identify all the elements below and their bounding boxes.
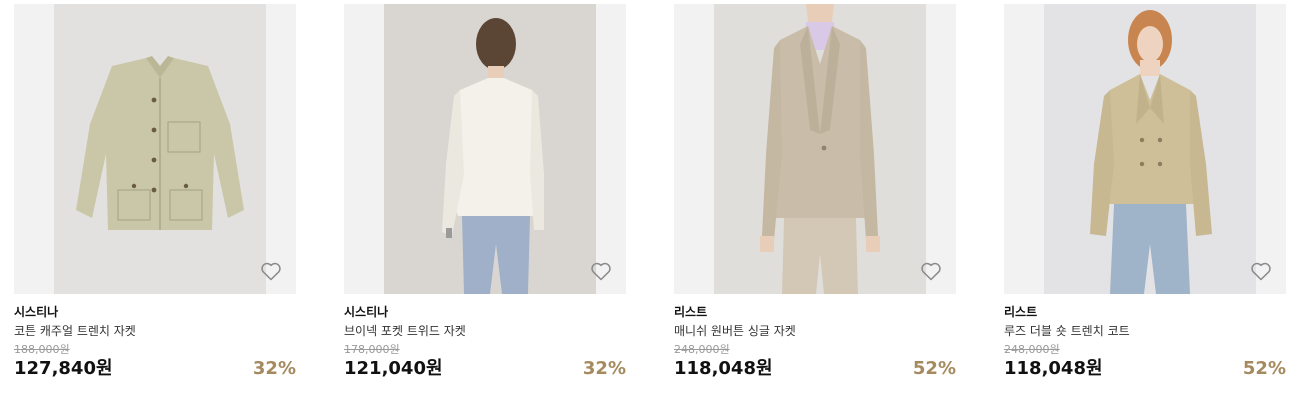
sale-price: 118,048원 — [1004, 358, 1103, 379]
product-grid: 시스티나 코튼 캐주얼 트렌치 자켓 188,000원 127,840원 32% — [0, 0, 1304, 420]
heart-outline-icon[interactable] — [258, 258, 284, 284]
product-image-link[interactable] — [674, 4, 956, 294]
product-card[interactable]: 시스티나 코튼 캐주얼 트렌치 자켓 188,000원 127,840원 32% — [14, 4, 296, 380]
product-card[interactable]: 시스티나 브이넥 포켓 트위드 자켓 178,000원 121,040원 32% — [344, 4, 626, 380]
sale-price: 118,048원 — [674, 358, 773, 379]
product-image — [54, 4, 266, 294]
heart-outline-icon[interactable] — [588, 258, 614, 284]
product-image — [714, 4, 926, 294]
sale-price: 127,840원 — [14, 358, 113, 379]
original-price: 178,000원 — [344, 343, 400, 356]
product-image-link[interactable] — [344, 4, 626, 294]
product-name[interactable]: 브이넥 포켓 트위드 자켓 — [344, 323, 626, 339]
sale-price: 121,040원 — [344, 358, 443, 379]
product-image-link[interactable] — [1004, 4, 1286, 294]
original-price: 248,000원 — [674, 343, 730, 356]
product-card[interactable]: 리스트 루즈 더블 숏 트렌치 코트 248,000원 118,048원 52% — [1004, 4, 1286, 380]
heart-outline-icon[interactable] — [1248, 258, 1274, 284]
product-brand[interactable]: 시스티나 — [344, 304, 626, 320]
discount-rate: 32% — [252, 358, 296, 379]
product-image — [1044, 4, 1256, 294]
price-row: 127,840원 32% — [14, 358, 296, 380]
original-price: 248,000원 — [1004, 343, 1060, 356]
product-brand[interactable]: 리스트 — [1004, 304, 1286, 320]
product-name[interactable]: 코튼 캐주얼 트렌치 자켓 — [14, 323, 296, 339]
price-row: 118,048원 52% — [1004, 358, 1286, 380]
product-image-link[interactable] — [14, 4, 296, 294]
product-brand[interactable]: 리스트 — [674, 304, 956, 320]
price-row: 121,040원 32% — [344, 358, 626, 380]
product-card[interactable]: 리스트 매니쉬 원버튼 싱글 자켓 248,000원 118,048원 52% — [674, 4, 956, 380]
product-name[interactable]: 매니쉬 원버튼 싱글 자켓 — [674, 323, 956, 339]
original-price: 188,000원 — [14, 343, 70, 356]
price-row: 118,048원 52% — [674, 358, 956, 380]
discount-rate: 52% — [912, 358, 956, 379]
product-brand[interactable]: 시스티나 — [14, 304, 296, 320]
product-name[interactable]: 루즈 더블 숏 트렌치 코트 — [1004, 323, 1286, 339]
product-image — [384, 4, 596, 294]
discount-rate: 32% — [582, 358, 626, 379]
heart-outline-icon[interactable] — [918, 258, 944, 284]
discount-rate: 52% — [1242, 358, 1286, 379]
